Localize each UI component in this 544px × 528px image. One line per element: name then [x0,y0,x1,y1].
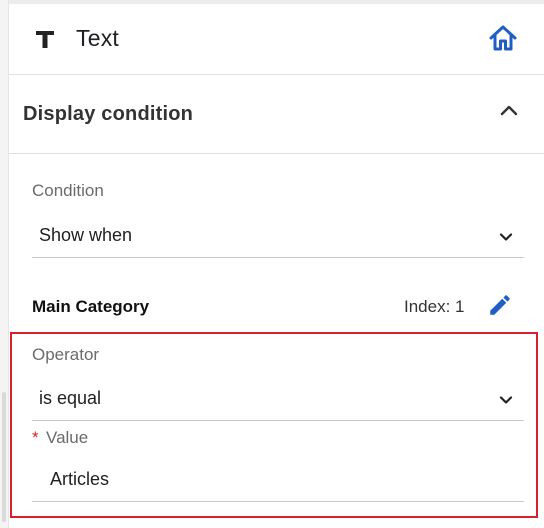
chevron-up-icon [500,103,518,121]
panel-title: Text [76,25,119,51]
required-mark: * [32,428,39,447]
edit-rule-button[interactable] [486,293,514,321]
home-button[interactable] [486,25,520,55]
chevron-down-icon [498,392,514,408]
condition-select[interactable]: Show when [32,217,524,258]
value-label: Value [46,428,89,447]
pencil-icon [487,292,513,323]
value-input-text: Articles [50,469,110,489]
display-condition-header[interactable]: Display condition [9,75,544,154]
home-icon [488,24,518,57]
operator-label: Operator [32,345,100,364]
condition-label: Condition [32,181,104,200]
panel-scroll-rail[interactable] [0,0,9,528]
text-type-icon [33,28,57,52]
chevron-down-icon [498,229,514,245]
section-title: Display condition [23,103,194,125]
operator-select[interactable]: is equal [32,380,524,421]
properties-panel: Text Display condition Condition Show wh… [0,0,544,528]
scroll-thumb[interactable] [2,392,6,522]
condition-value: Show when [39,225,133,245]
panel-header: Text [9,4,544,75]
operator-value: is equal [39,388,102,408]
collapse-button[interactable] [496,101,522,123]
rule-field-name: Main Category [32,297,150,316]
value-input[interactable]: Articles [32,459,524,502]
rule-index: Index: 1 [404,297,465,316]
